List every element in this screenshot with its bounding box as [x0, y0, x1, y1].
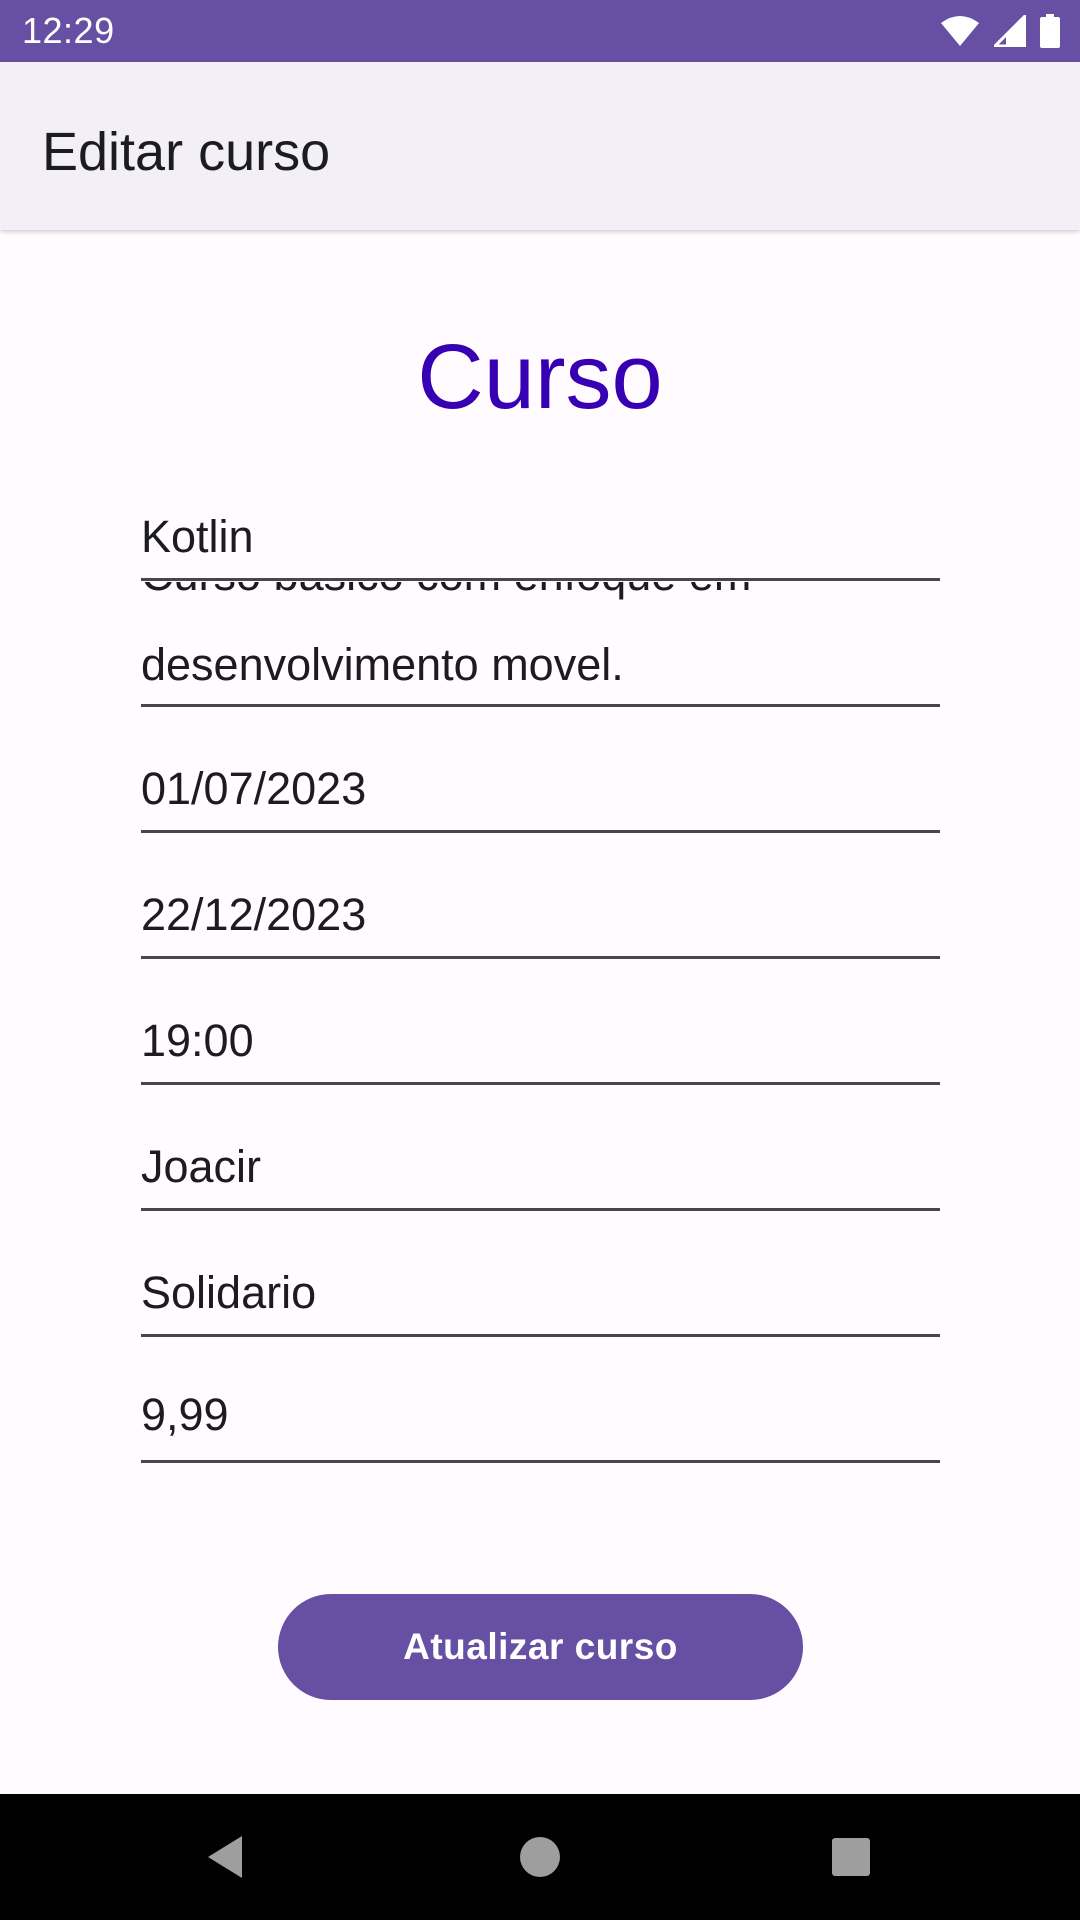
price-value: 9,99 [141, 1389, 229, 1440]
recents-icon[interactable] [824, 1830, 878, 1884]
app-bar-title: Editar curso [42, 122, 331, 182]
start-date-field[interactable]: 01/07/2023 [141, 752, 940, 833]
status-icons [940, 12, 1060, 50]
cellular-signal-icon [994, 15, 1026, 47]
course-name-field[interactable]: Kotlin [141, 500, 940, 581]
end-date-field[interactable]: 22/12/2023 [141, 878, 940, 959]
course-description-line-2: desenvolvimento movel. [141, 639, 624, 690]
start-date-value: 01/07/2023 [141, 763, 367, 814]
end-date-value: 22/12/2023 [141, 889, 367, 940]
teacher-field[interactable]: Joacir [141, 1130, 940, 1211]
update-course-button[interactable]: Atualizar curso [278, 1594, 803, 1700]
teacher-value: Joacir [141, 1141, 262, 1192]
battery-icon [1040, 14, 1060, 48]
wifi-icon [940, 15, 980, 47]
course-description-field[interactable]: Curso basico com enfoque em desenvolvime… [141, 582, 940, 707]
time-field[interactable]: 19:00 [141, 1004, 940, 1085]
course-type-value: Solidario [141, 1267, 317, 1318]
back-icon[interactable] [202, 1830, 256, 1884]
home-icon[interactable] [513, 1830, 567, 1884]
form-heading: Curso [417, 326, 663, 428]
course-name-value: Kotlin [141, 511, 254, 562]
status-bar: 12:29 [0, 0, 1080, 62]
course-type-field[interactable]: Solidario [141, 1256, 940, 1337]
price-field[interactable]: 9,99 [141, 1382, 940, 1463]
course-description-line-1: Curso basico com enfoque em [141, 582, 751, 602]
edit-course-screen: 12:29 Editar curso Curso Kotlin desenvol… [0, 0, 1080, 1920]
time-value: 19:00 [141, 1015, 254, 1066]
navigation-bar [0, 1794, 1080, 1920]
status-time: 12:29 [22, 10, 115, 51]
app-bar: Editar curso [0, 62, 1080, 230]
